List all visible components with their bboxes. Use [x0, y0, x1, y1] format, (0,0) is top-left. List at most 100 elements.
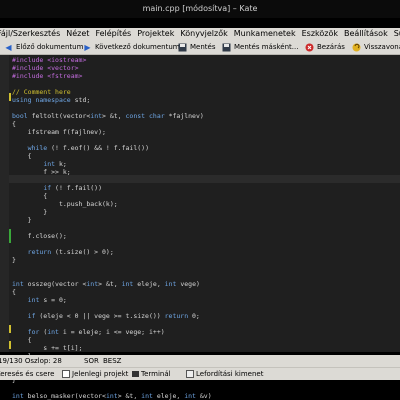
code-token: {	[12, 120, 16, 128]
code-line[interactable]: }	[12, 208, 47, 216]
code-line[interactable]: #include <iostream>	[12, 56, 86, 64]
code-token: #include <fstream>	[12, 72, 83, 80]
code-token: int	[47, 328, 59, 336]
code-area[interactable]: #include <iostream> #include <vector> #inc…	[0, 55, 400, 400]
save-as-button[interactable]: Mentés másként...	[222, 40, 298, 54]
code-line[interactable]: }	[12, 256, 16, 264]
code-token: t.push_back(k);	[12, 200, 118, 208]
current-project-tab[interactable]: Jelenlegi projekt	[62, 368, 128, 380]
code-token: (t.size() > 0);	[51, 248, 114, 256]
undo-button[interactable]: Visszavonás	[352, 40, 400, 54]
save-button[interactable]: Mentés	[178, 40, 215, 54]
menu-bookmarks[interactable]: Könyvjelzők	[177, 28, 230, 40]
terminal-tab[interactable]: Terminál	[132, 368, 171, 380]
code-token: {	[12, 192, 48, 200]
menu-settings[interactable]: Beállítások	[341, 28, 391, 40]
build-output-icon	[186, 370, 194, 378]
code-line[interactable]: bool feltolt(vector<int> &t, const char …	[12, 112, 204, 120]
menu-projects[interactable]: Projektek	[134, 28, 177, 40]
code-line[interactable]: #include <fstream>	[12, 72, 82, 80]
code-token: eleje,	[152, 392, 185, 400]
code-line[interactable]: while (! f.eof() && ! f.fail())	[12, 144, 149, 152]
code-line[interactable]: return (t.size() > 0);	[12, 248, 114, 256]
menu-sessions[interactable]: Munkamenetek	[231, 28, 299, 40]
code-token: *fajlnev)	[164, 112, 204, 120]
window-title: main.cpp [módosítva] – Kate	[0, 0, 400, 18]
menu-help[interactable]: Súgó	[391, 28, 400, 40]
status-bar: 19/130 Oszlop: 28 SOR BESZ	[0, 355, 400, 367]
close-button[interactable]: Bezárás	[305, 40, 345, 54]
code-line[interactable]: s += t[i];	[12, 344, 82, 352]
code-line[interactable]: f >> k;	[12, 168, 70, 176]
code-line[interactable]: {	[12, 120, 16, 128]
code-line[interactable]: for (int i = eleje; i <= vege; i++)	[12, 328, 165, 336]
close-icon	[305, 43, 314, 52]
build-output-tab[interactable]: Lefordítási kimenet	[186, 368, 263, 380]
code-line[interactable]: using namespace std;	[12, 96, 90, 104]
save-icon	[178, 43, 187, 52]
code-line[interactable]: int s = 0;	[12, 296, 67, 304]
arrow-right-icon: ▶	[84, 42, 91, 52]
code-line[interactable]: int osszeg(vector <int> &t, int eleje, i…	[12, 280, 200, 288]
code-line[interactable]: // Comment here	[12, 88, 71, 96]
code-token: return	[27, 248, 52, 256]
main-toolbar: ◀ Előző dokumentum ▶ Következő dokumentu…	[0, 40, 400, 55]
code-line[interactable]: if (eleje < 0 || vege >= t.size()) retur…	[12, 312, 200, 320]
undo-icon	[352, 43, 361, 52]
code-token: 0;	[188, 312, 200, 320]
code-token: }	[12, 256, 16, 264]
code-token: belso_masker(vector<	[23, 392, 106, 400]
code-token: s += t[i];	[12, 344, 83, 352]
code-line[interactable]: {	[12, 192, 47, 200]
arrow-left-icon: ◀	[5, 42, 12, 52]
code-token: }	[12, 216, 32, 224]
code-token: int	[12, 280, 24, 288]
menu-tools[interactable]: Eszközök	[299, 28, 341, 40]
code-line[interactable]: f.close();	[12, 232, 67, 240]
menu-view[interactable]: Nézet	[63, 28, 92, 40]
menu-file-edit[interactable]: Fájl/Szerkesztés	[0, 28, 63, 40]
code-token: feltolt(vector<	[27, 112, 91, 120]
prev-doc-button[interactable]: ◀ Előző dokumentum	[4, 40, 83, 54]
code-line[interactable]: int k;	[12, 160, 67, 168]
code-token: #include <vector>	[12, 64, 79, 72]
mode-indicator: SOR	[84, 357, 99, 365]
terminal-icon	[132, 371, 139, 377]
code-line[interactable]: int belso_masker(vector<int> &t, int ele…	[12, 392, 212, 400]
code-line[interactable]: ifstream f(fajlnev);	[12, 128, 106, 136]
code-token: int	[27, 296, 40, 304]
save-as-icon	[222, 43, 231, 52]
code-line[interactable]: {	[12, 152, 32, 160]
menu-build[interactable]: Felépítés	[92, 28, 134, 40]
code-line[interactable]: t.push_back(k);	[12, 200, 118, 208]
code-token: int	[121, 280, 134, 288]
code-token: k;	[55, 160, 67, 168]
code-token: eleje,	[133, 280, 165, 288]
code-token: > &t,	[98, 280, 122, 288]
tool-view-bar: Keresés és csere Jelenlegi projekt Termi…	[0, 367, 400, 380]
code-token: {	[12, 152, 32, 160]
next-doc-button[interactable]: ▶ Következő dokumentum	[83, 40, 179, 54]
code-token: ifstream f(fajlnev);	[12, 128, 106, 136]
code-token: int	[86, 280, 99, 288]
code-token: return	[164, 312, 189, 320]
code-line[interactable]: if (! f.fail())	[12, 184, 102, 192]
code-line[interactable]: }	[12, 216, 32, 224]
code-token: bool	[12, 112, 28, 120]
code-token: i = eleje; i <= vege; i++)	[58, 328, 165, 336]
code-token: (eleje < 0 || vege >= t.size())	[35, 312, 165, 320]
code-token: std;	[70, 96, 91, 104]
code-token: f.close();	[12, 232, 67, 240]
insert-mode-indicator: BESZ	[103, 357, 122, 365]
code-token: int	[184, 392, 196, 400]
code-token: osszeg(vector <	[23, 280, 87, 288]
code-line[interactable]: {	[12, 288, 16, 296]
code-line[interactable]: {	[12, 336, 32, 344]
code-editor[interactable]: #include <iostream> #include <vector> #inc…	[0, 55, 400, 400]
kate-window: main.cpp [módosítva] – Kate Fájl/Szerkes…	[0, 0, 400, 400]
code-token: s = 0;	[39, 296, 67, 304]
code-line[interactable]: #include <vector>	[12, 64, 79, 72]
search-replace-tab[interactable]: Keresés és csere	[0, 368, 54, 380]
